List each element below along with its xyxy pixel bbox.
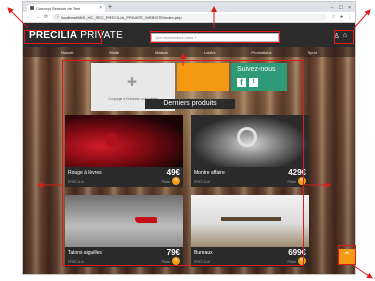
- highlight-scroll-top: [338, 245, 356, 265]
- tab-close-button[interactable]: ×: [99, 5, 102, 11]
- nav-item-promotions[interactable]: Promotions: [251, 50, 271, 55]
- profile-icon[interactable]: ●: [340, 14, 343, 20]
- browser-tab[interactable]: Concept Session de Test ×: [27, 4, 105, 12]
- highlight-logo: [24, 30, 102, 44]
- address-url: localhost/MIS_HC_SEC_PRECILIA_PRIVATE_WE…: [61, 14, 182, 20]
- site-info-icon[interactable]: ⓘ: [55, 14, 59, 20]
- window-controls: – ☐ ×: [331, 4, 355, 12]
- minimize-button[interactable]: –: [331, 4, 334, 12]
- nav-item-mode[interactable]: Mode: [109, 50, 119, 55]
- address-row: ← → ⟳ ⓘ localhost/MIS_HC_SEC_PRECILIA_PR…: [23, 12, 355, 23]
- new-tab-button[interactable]: +: [108, 4, 112, 12]
- window-close-button[interactable]: ×: [348, 4, 351, 12]
- maximize-button[interactable]: ☐: [339, 4, 343, 12]
- main-nav: Nouvel Mode Maison Loisirs Promotions Sp…: [23, 47, 355, 57]
- reload-icon[interactable]: ⟳: [44, 14, 48, 20]
- back-icon[interactable]: ←: [26, 14, 31, 20]
- bookmark-star-icon[interactable]: ☆: [331, 14, 335, 20]
- favicon-icon: [30, 6, 34, 10]
- nav-item-sport[interactable]: Sport: [307, 50, 317, 55]
- nav-item-nouvel[interactable]: Nouvel: [61, 50, 73, 55]
- highlight-search: [150, 31, 280, 43]
- nav-item-maison[interactable]: Maison: [155, 50, 168, 55]
- address-bar[interactable]: ⓘ localhost/MIS_HC_SEC_PRECILIA_PRIVATE_…: [52, 13, 328, 21]
- forward-icon[interactable]: →: [35, 14, 40, 20]
- highlight-header-icons: [334, 30, 354, 44]
- browser-menu-icon[interactable]: ⋮: [347, 14, 352, 20]
- tab-bar: Concept Session de Test × + – ☐ ×: [23, 2, 355, 12]
- highlight-content: [62, 60, 304, 266]
- tab-title: Concept Session de Test: [36, 5, 81, 11]
- nav-item-loisirs[interactable]: Loisirs: [204, 50, 216, 55]
